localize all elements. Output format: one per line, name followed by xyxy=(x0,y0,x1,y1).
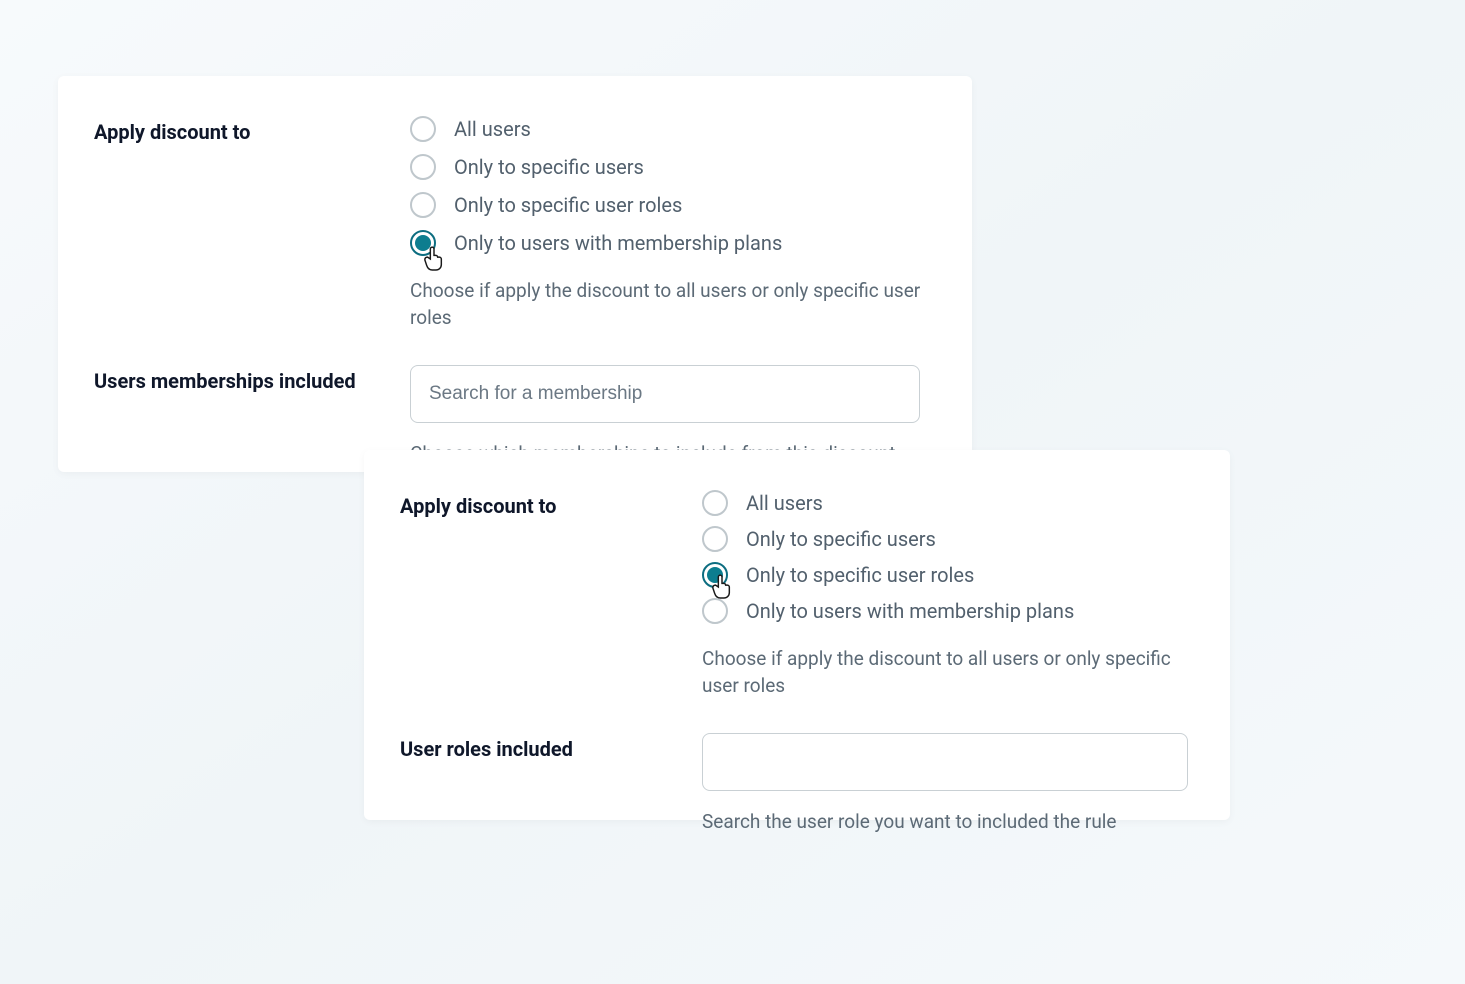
roles-included-label: User roles included xyxy=(400,735,702,763)
membership-search-input[interactable] xyxy=(410,365,920,423)
radio-membership-plans[interactable]: Only to users with membership plans xyxy=(410,230,924,256)
field-column: All users Only to specific users Only to… xyxy=(410,116,924,331)
apply-discount-label: Apply discount to xyxy=(94,118,410,146)
radio-icon xyxy=(702,562,728,588)
radio-specific-users[interactable]: Only to specific users xyxy=(410,154,924,180)
label-column: User roles included xyxy=(400,733,702,763)
settings-panel-membership: Apply discount to All users Only to spec… xyxy=(58,76,972,472)
radio-icon xyxy=(410,116,436,142)
radio-label: All users xyxy=(454,116,531,142)
apply-discount-row: Apply discount to All users Only to spec… xyxy=(400,490,1182,699)
discount-target-radio-group: All users Only to specific users Only to… xyxy=(410,116,924,256)
radio-icon xyxy=(410,154,436,180)
radio-label: Only to specific user roles xyxy=(454,192,682,218)
label-column: Apply discount to xyxy=(94,116,410,146)
radio-icon xyxy=(702,598,728,624)
radio-all-users[interactable]: All users xyxy=(410,116,924,142)
label-column: Users memberships included xyxy=(94,365,410,395)
radio-icon xyxy=(702,526,728,552)
discount-target-radio-group: All users Only to specific users Only to… xyxy=(702,490,1182,624)
roles-included-help: Search the user role you want to include… xyxy=(702,809,1188,836)
radio-label: Only to users with membership plans xyxy=(746,598,1074,624)
settings-panel-roles: Apply discount to All users Only to spec… xyxy=(364,450,1230,820)
radio-icon xyxy=(410,192,436,218)
field-column: All users Only to specific users Only to… xyxy=(702,490,1182,699)
apply-discount-row: Apply discount to All users Only to spec… xyxy=(94,116,924,331)
radio-label: Only to specific users xyxy=(746,526,936,552)
roles-included-row: User roles included Search the user role… xyxy=(400,733,1182,836)
radio-specific-roles[interactable]: Only to specific user roles xyxy=(702,562,1182,588)
apply-discount-label: Apply discount to xyxy=(400,492,702,520)
memberships-included-label: Users memberships included xyxy=(94,367,410,395)
label-column: Apply discount to xyxy=(400,490,702,520)
radio-label: Only to specific users xyxy=(454,154,644,180)
radio-label: All users xyxy=(746,490,823,516)
radio-label: Only to specific user roles xyxy=(746,562,974,588)
radio-specific-roles[interactable]: Only to specific user roles xyxy=(410,192,924,218)
radio-icon xyxy=(702,490,728,516)
radio-all-users[interactable]: All users xyxy=(702,490,1182,516)
apply-discount-help: Choose if apply the discount to all user… xyxy=(410,278,924,331)
radio-specific-users[interactable]: Only to specific users xyxy=(702,526,1182,552)
radio-membership-plans[interactable]: Only to users with membership plans xyxy=(702,598,1182,624)
field-column: Search the user role you want to include… xyxy=(702,733,1188,836)
role-search-input[interactable] xyxy=(702,733,1188,791)
radio-label: Only to users with membership plans xyxy=(454,230,782,256)
radio-icon xyxy=(410,230,436,256)
apply-discount-help: Choose if apply the discount to all user… xyxy=(702,646,1182,699)
